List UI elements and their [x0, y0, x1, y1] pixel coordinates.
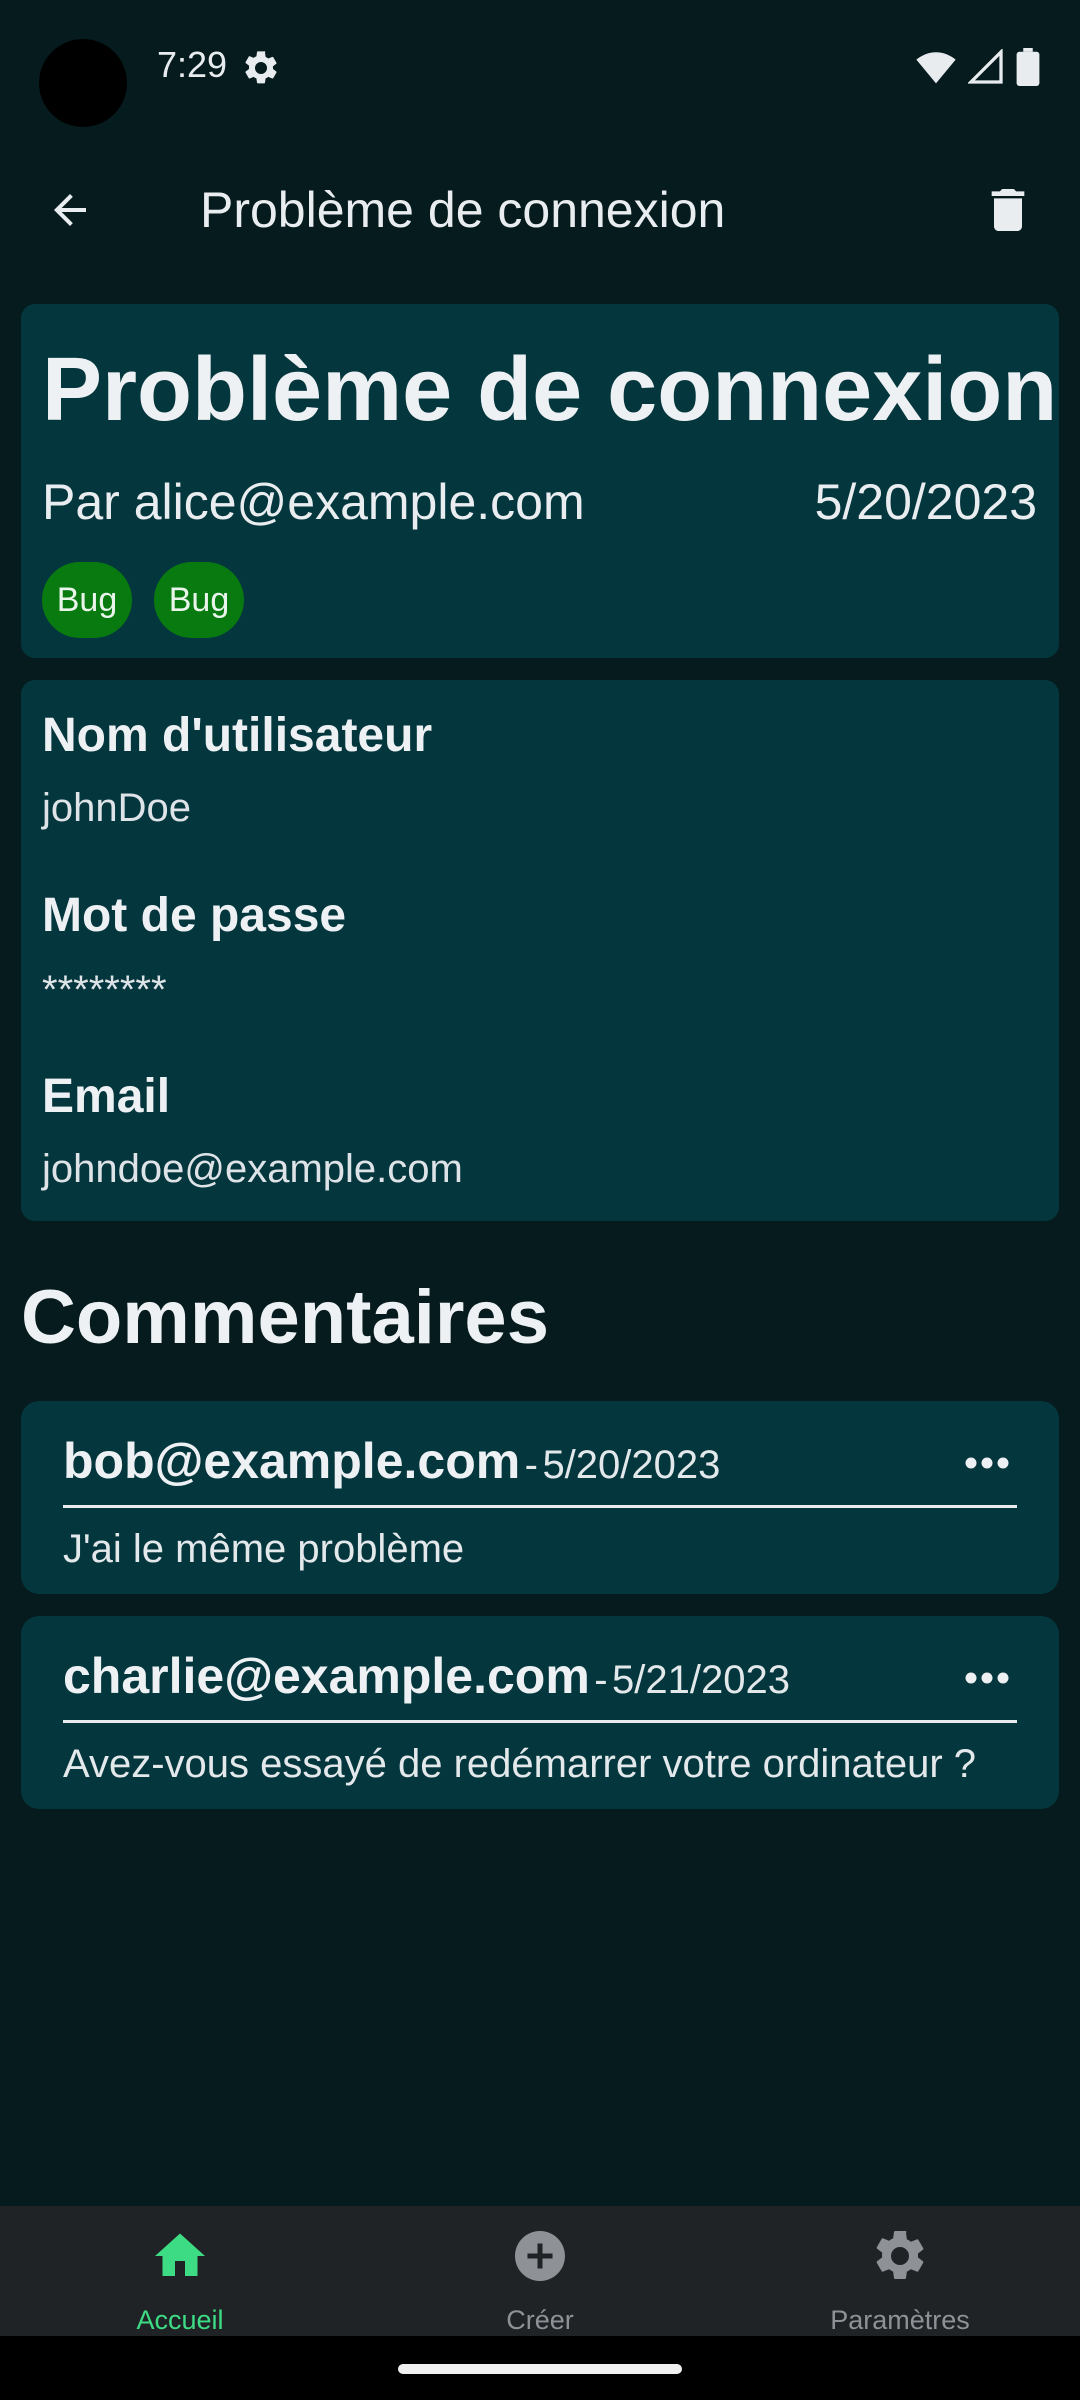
tag-chip[interactable]: Bug — [154, 562, 244, 638]
wifi-icon — [916, 52, 956, 84]
username-label: Nom d'utilisateur — [42, 709, 433, 762]
bottom-navigation: Accueil Créer Paramètres — [0, 2206, 1080, 2336]
ticket-tags: Bug Bug — [42, 562, 244, 638]
add-circle-icon — [508, 2224, 572, 2287]
comments-heading: Commentaires — [21, 1275, 549, 1360]
more-horizontal-icon — [965, 1457, 1009, 1469]
comment-separator: - — [524, 1443, 538, 1487]
ticket-details-card: Nom d'utilisateur johnDoe Mot de passe *… — [21, 680, 1059, 1221]
top-app-bar: Problème de connexion — [0, 160, 1080, 260]
comment-author: bob@example.com — [63, 1433, 521, 1489]
status-bar: 7:29 — [0, 0, 1080, 135]
tag-chip[interactable]: Bug — [42, 562, 132, 638]
status-time: 7:29 — [157, 44, 228, 85]
nav-item-settings[interactable]: Paramètres — [720, 2206, 1080, 2336]
nav-label: Paramètres — [830, 2305, 970, 2335]
gesture-bar — [0, 2336, 1080, 2400]
settings-icon — [868, 2224, 932, 2287]
comment-header: charlie@example.com - 5/21/2023 — [63, 1644, 790, 1721]
comment-separator: - — [594, 1658, 608, 1702]
delete-button[interactable] — [976, 178, 1040, 242]
settings-status-icon — [245, 51, 277, 84]
comment-more-button[interactable] — [957, 1443, 1017, 1483]
comment-divider — [63, 1505, 1017, 1508]
signal-icon — [968, 49, 1003, 84]
ticket-date: 5/20/2023 — [814, 474, 1037, 530]
screen: 7:29 Problème de connexion Problème de c… — [0, 0, 1080, 2400]
comment-header: bob@example.com - 5/20/2023 — [63, 1429, 720, 1506]
comment-card: charlie@example.com - 5/21/2023 Avez-vou… — [21, 1616, 1059, 1809]
battery-icon — [1016, 48, 1040, 86]
ticket-title: Problème de connexion — [42, 340, 1058, 440]
status-icons — [916, 48, 1040, 86]
nav-label: Créer — [506, 2305, 574, 2335]
ticket-author: Par alice@example.com — [42, 474, 585, 530]
username-value: johnDoe — [42, 786, 192, 830]
home-gesture-handle[interactable] — [398, 2364, 682, 2374]
comment-author: charlie@example.com — [63, 1648, 590, 1704]
nav-item-home[interactable]: Accueil — [0, 2206, 360, 2336]
email-value: johndoe@example.com — [42, 1147, 463, 1191]
home-icon — [148, 2224, 212, 2287]
delete-icon — [991, 189, 1025, 231]
comment-text: Avez-vous essayé de redémarrer votre ord… — [63, 1742, 977, 1786]
nav-label: Accueil — [136, 2305, 224, 2335]
comment-divider — [63, 1720, 1017, 1723]
back-button[interactable] — [40, 180, 100, 240]
password-value: ******** — [42, 968, 167, 1012]
comment-card: bob@example.com - 5/20/2023 J'ai le même… — [21, 1401, 1059, 1594]
camera-cutout — [39, 39, 127, 127]
comment-text: J'ai le même problème — [63, 1527, 465, 1571]
arrow-back-icon — [54, 194, 86, 226]
nav-item-create[interactable]: Créer — [360, 2206, 720, 2336]
more-horizontal-icon — [965, 1672, 1009, 1684]
comment-date: 5/21/2023 — [612, 1658, 790, 1702]
comment-date: 5/20/2023 — [542, 1443, 721, 1487]
ticket-header-card: Problème de connexion Par alice@example.… — [21, 304, 1059, 658]
email-label: Email — [42, 1070, 171, 1123]
app-bar-title: Problème de connexion — [200, 182, 726, 238]
comment-more-button[interactable] — [957, 1658, 1017, 1698]
password-label: Mot de passe — [42, 889, 347, 942]
